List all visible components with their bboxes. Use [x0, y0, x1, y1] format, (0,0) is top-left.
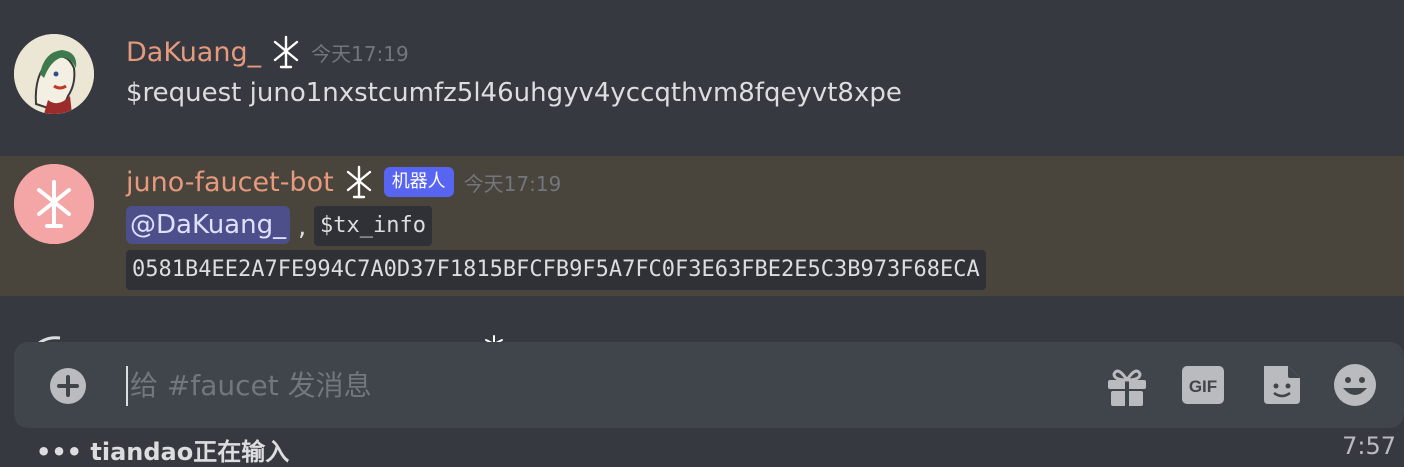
message-composer: 给 #faucet 发消息 GIF [14, 342, 1404, 428]
sticker-icon[interactable] [1258, 362, 1304, 408]
svg-text:GIF: GIF [1189, 377, 1217, 396]
bot-message-header: juno-faucet-bot 机器人 今天17:19 [126, 162, 561, 202]
typing-indicator: ••• tiandao正在输入 [36, 438, 290, 466]
upload-button[interactable] [50, 368, 86, 404]
bot-badge: 机器人 [383, 167, 454, 197]
plus-icon [57, 375, 79, 397]
juno-star-icon [273, 35, 299, 69]
text-caret [126, 366, 128, 406]
avatar-dakuang[interactable] [14, 34, 94, 114]
clock: 7:57 [1342, 432, 1396, 460]
timestamp: 今天17:19 [311, 41, 409, 66]
gift-icon[interactable] [1104, 362, 1150, 408]
message-header: DaKuang_ 今天17:19 [126, 32, 409, 72]
message-dakuang: DaKuang_ 今天17:19 $request juno1nxstcumfz… [0, 0, 1404, 140]
tx-hash-code: 0581B4EE2A7FE994C7A0D37F1815BFCFB9F5A7FC… [126, 250, 986, 290]
message-content: $request juno1nxstcumfz5l46uhgyv4yccqthv… [126, 78, 902, 108]
juno-star-icon [346, 165, 371, 199]
username[interactable]: DaKuang_ [126, 37, 261, 68]
gif-icon[interactable]: GIF [1180, 362, 1226, 408]
emoji-icon[interactable] [1332, 362, 1378, 408]
user-mention[interactable]: @DaKuang_ [126, 206, 291, 244]
message-input[interactable]: 给 #faucet 发消息 [130, 366, 372, 406]
joker-avatar-icon [14, 34, 94, 114]
username[interactable]: juno-faucet-bot [126, 167, 334, 198]
avatar-faucet-bot[interactable] [14, 164, 94, 244]
separator: , [298, 212, 307, 242]
timestamp: 今天17:19 [463, 171, 562, 196]
juno-star-avatar-icon [14, 164, 94, 244]
inline-code: $tx_info [314, 206, 432, 246]
